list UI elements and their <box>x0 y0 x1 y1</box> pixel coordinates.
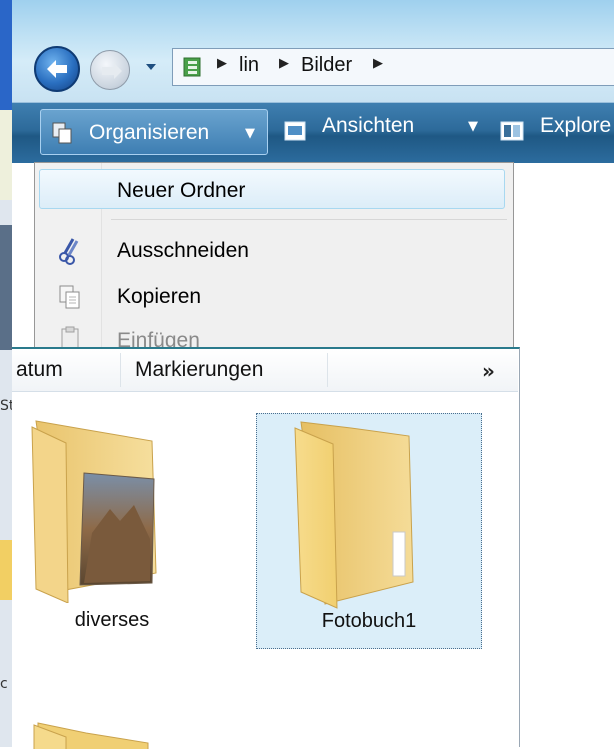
more-columns-chevron-icon[interactable]: » <box>482 359 495 383</box>
forward-button[interactable] <box>90 50 130 90</box>
background-thumbnail <box>0 225 12 350</box>
organize-button[interactable]: Organisieren ▼ <box>40 109 268 155</box>
explorer-window-top: ▶ lin ▶ Bilder ▶ Organisieren ▼ Ansichte… <box>12 0 614 350</box>
file-name: diverses <box>74 609 150 631</box>
command-bar: Organisieren ▼ Ansichten ▼ Explore <box>12 102 614 163</box>
breadcrumb-separator-icon[interactable]: ▶ <box>279 56 289 71</box>
organize-caret-icon: ▼ <box>245 126 255 141</box>
recent-pages-dropdown-icon[interactable] <box>144 60 158 74</box>
column-header-date[interactable]: atum <box>12 349 120 391</box>
menu-item-new-folder[interactable]: Neuer Ordner <box>35 169 513 213</box>
scissors-icon <box>59 238 79 265</box>
explorer-window-bottom: atum Markierungen » diverses Fotobuch1 <box>12 347 520 749</box>
folder-item-diverses[interactable]: diverses <box>12 413 232 649</box>
folder-item-fotobuch1[interactable]: Fotobuch1 <box>256 413 482 649</box>
menu-separator <box>111 219 507 220</box>
explorer-icon[interactable] <box>500 121 524 141</box>
folder-item-partial[interactable] <box>12 709 212 749</box>
menu-item-label: Ausschneiden <box>117 239 249 262</box>
file-view: diverses Fotobuch1 <box>12 391 518 749</box>
folder-with-photo-icon <box>31 420 157 603</box>
menu-item-paste: Einfügen <box>35 319 513 350</box>
forward-arrow-icon <box>102 63 122 79</box>
column-divider[interactable] <box>327 353 328 387</box>
menu-item-cut[interactable]: Ausschneiden <box>35 229 513 273</box>
views-icon[interactable] <box>284 121 306 141</box>
organize-menu: Neuer Ordner Ausschneiden Kopieren Einfü… <box>34 162 514 350</box>
column-header-bar: atum Markierungen » <box>12 349 518 392</box>
background-folder-fragment <box>0 540 12 600</box>
background-window-panel <box>0 110 12 200</box>
menu-item-label: Kopieren <box>117 285 202 308</box>
folder-icon <box>33 722 149 749</box>
copy-icon <box>59 285 80 309</box>
background-window-edge: St c <box>0 0 14 747</box>
column-header-label: atum <box>16 358 63 381</box>
organize-icon <box>52 122 72 144</box>
back-arrow-icon <box>47 60 67 78</box>
breadcrumb-separator-icon[interactable]: ▶ <box>217 56 227 71</box>
views-caret-icon[interactable]: ▼ <box>468 119 478 134</box>
background-text-fragment: c <box>0 676 8 692</box>
background-window-titlebar <box>0 0 12 110</box>
menu-item-copy[interactable]: Kopieren <box>35 275 513 319</box>
breadcrumb-bilder[interactable]: Bilder <box>301 54 352 77</box>
address-bar[interactable]: ▶ lin ▶ Bilder ▶ <box>172 48 614 86</box>
explorer-button[interactable]: Explore <box>540 114 611 138</box>
breadcrumb-lin[interactable]: lin <box>239 54 259 77</box>
navigation-area: ▶ lin ▶ Bilder ▶ <box>12 0 614 102</box>
views-button[interactable]: Ansichten <box>322 114 414 138</box>
file-name: Fotobuch1 <box>321 610 417 632</box>
back-button[interactable] <box>34 46 80 92</box>
organize-label: Organisieren <box>89 121 210 144</box>
breadcrumb-separator-icon[interactable]: ▶ <box>373 56 383 71</box>
menu-highlight <box>39 169 505 209</box>
column-header-tags[interactable]: Markierungen <box>121 349 327 391</box>
column-header-label: Markierungen <box>135 358 264 381</box>
folder-icon <box>294 421 414 609</box>
library-folder-icon <box>183 57 201 77</box>
menu-item-label: Neuer Ordner <box>117 179 246 202</box>
